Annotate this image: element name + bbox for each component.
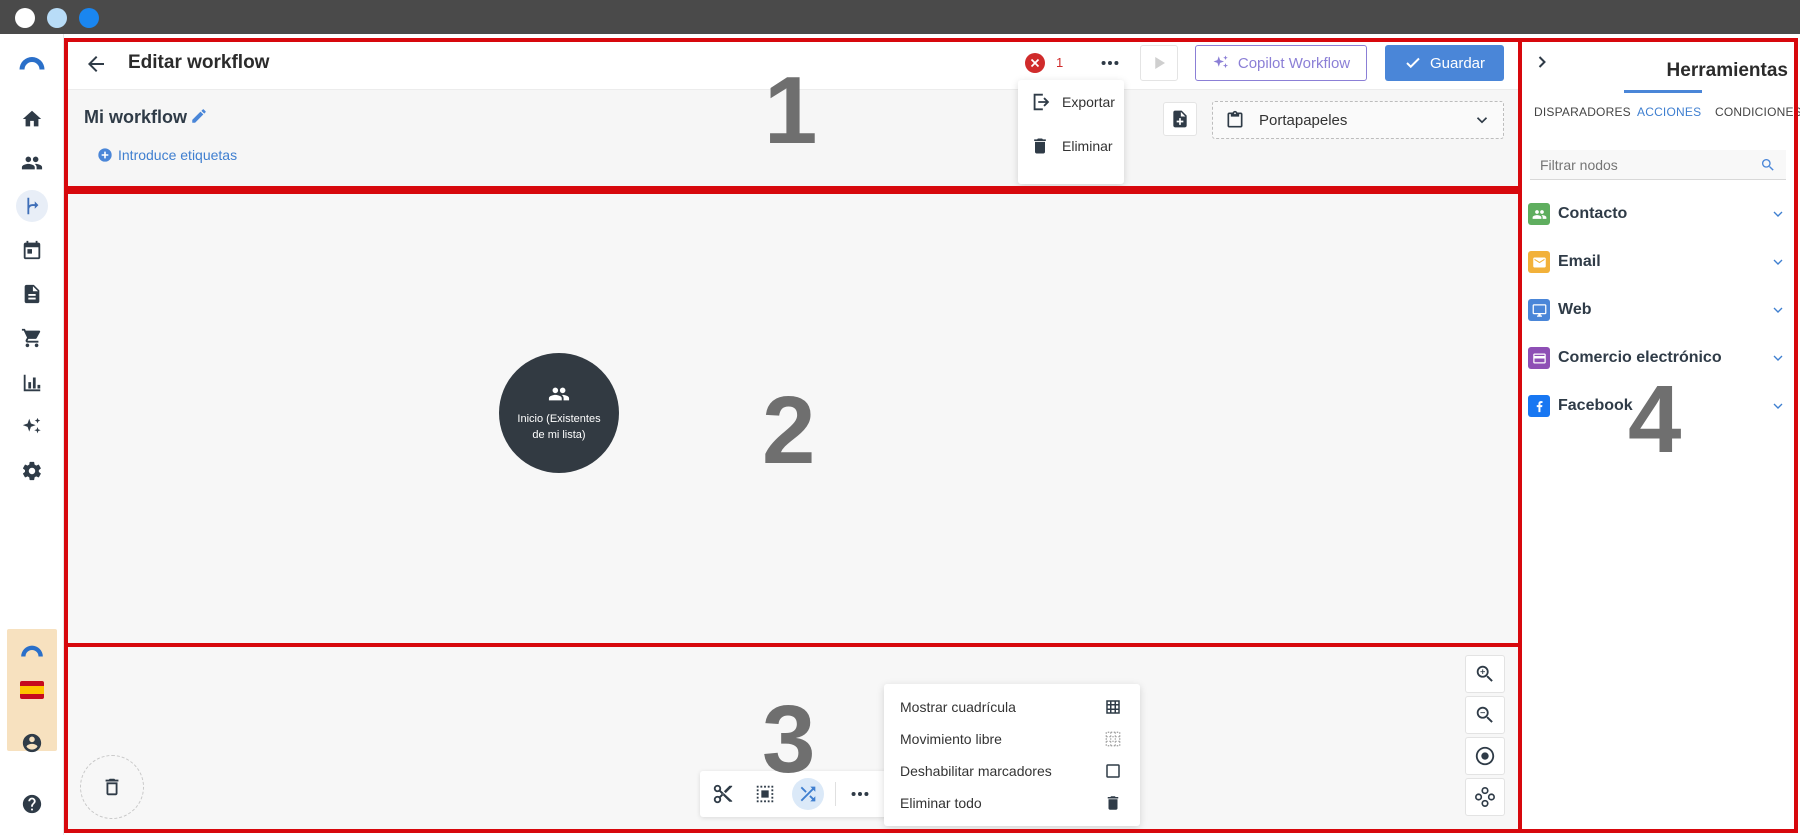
home-icon[interactable]: [16, 103, 48, 135]
region-2-number: 2: [762, 377, 816, 484]
workflow-icon[interactable]: [16, 190, 48, 222]
window-minimize-button[interactable]: [47, 8, 67, 28]
brand-logo-icon[interactable]: [19, 643, 45, 657]
cart-icon[interactable]: [16, 322, 48, 354]
account-icon[interactable]: [16, 727, 48, 759]
gear-icon[interactable]: [16, 455, 48, 487]
calendar-icon[interactable]: [16, 234, 48, 266]
region-3-number: 3: [762, 686, 816, 793]
document-icon[interactable]: [16, 278, 48, 310]
region-4-number: 4: [1628, 366, 1682, 473]
region-1-number: 1: [764, 57, 818, 164]
help-icon[interactable]: [16, 788, 48, 820]
window-titlebar: [0, 0, 1800, 34]
window-close-button[interactable]: [15, 8, 35, 28]
contacts-icon[interactable]: [16, 147, 48, 179]
window-maximize-button[interactable]: [79, 8, 99, 28]
app-sidebar: [0, 34, 64, 835]
sparkle-icon[interactable]: [16, 411, 48, 443]
logo-icon[interactable]: [16, 46, 48, 78]
bar-chart-icon[interactable]: [16, 367, 48, 399]
spain-flag-icon[interactable]: [20, 681, 44, 699]
